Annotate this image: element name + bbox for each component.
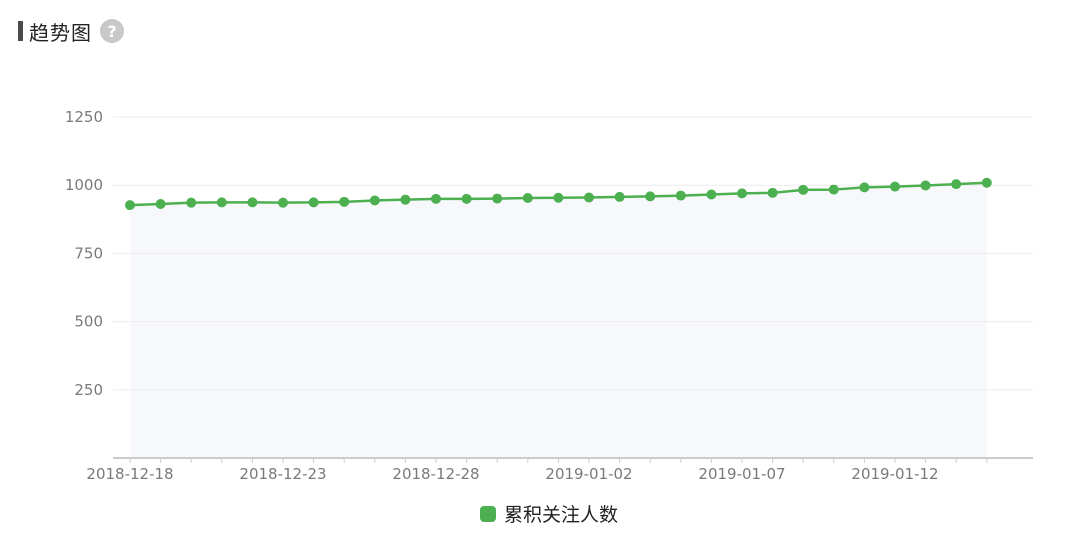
- data-point: [400, 194, 411, 205]
- data-point: [155, 199, 166, 210]
- data-point: [798, 184, 809, 195]
- legend-swatch: [480, 505, 496, 522]
- y-tick-label: 1000: [65, 176, 103, 194]
- data-point: [890, 181, 900, 192]
- x-tick-label: 2019-01-12: [851, 465, 938, 483]
- y-tick-label: 500: [74, 313, 103, 331]
- y-tick-label: 750: [74, 244, 103, 262]
- x-tick-label: 2018-12-28: [392, 465, 479, 483]
- legend[interactable]: 累积关注人数: [480, 500, 618, 527]
- x-tick-label: 2018-12-18: [86, 465, 173, 483]
- data-point: [706, 189, 717, 200]
- data-point: [859, 182, 870, 193]
- data-point: [492, 193, 503, 204]
- data-point: [278, 197, 288, 208]
- data-point: [920, 180, 931, 191]
- data-point: [675, 190, 686, 201]
- x-tick-label: 2019-01-07: [698, 465, 785, 483]
- y-tick-label: 1250: [65, 108, 103, 126]
- data-point: [522, 193, 533, 204]
- x-tick-label: 2018-12-23: [239, 465, 326, 483]
- data-point: [216, 197, 227, 208]
- data-point: [737, 188, 747, 199]
- data-point: [125, 200, 135, 211]
- x-tick-label: 2019-01-02: [545, 465, 632, 483]
- data-point: [951, 179, 962, 190]
- data-point: [308, 197, 319, 208]
- data-point: [186, 197, 197, 208]
- series-area: [130, 182, 987, 458]
- data-point: [553, 192, 564, 203]
- data-point: [339, 196, 350, 207]
- y-tick-label: 250: [74, 381, 103, 399]
- data-point: [431, 193, 441, 204]
- data-point: [981, 177, 992, 188]
- data-point: [828, 184, 839, 195]
- data-point: [247, 197, 258, 208]
- data-point: [584, 192, 594, 203]
- data-point: [461, 193, 472, 204]
- trend-line-chart: 250 500 750 1000 1250 2018-12-18 2018-12-23 201…: [65, 108, 1033, 483]
- data-point: [369, 195, 380, 206]
- data-point: [614, 191, 625, 202]
- legend-label: 累积关注人数: [504, 504, 619, 526]
- data-point: [645, 191, 656, 202]
- data-point: [767, 187, 778, 198]
